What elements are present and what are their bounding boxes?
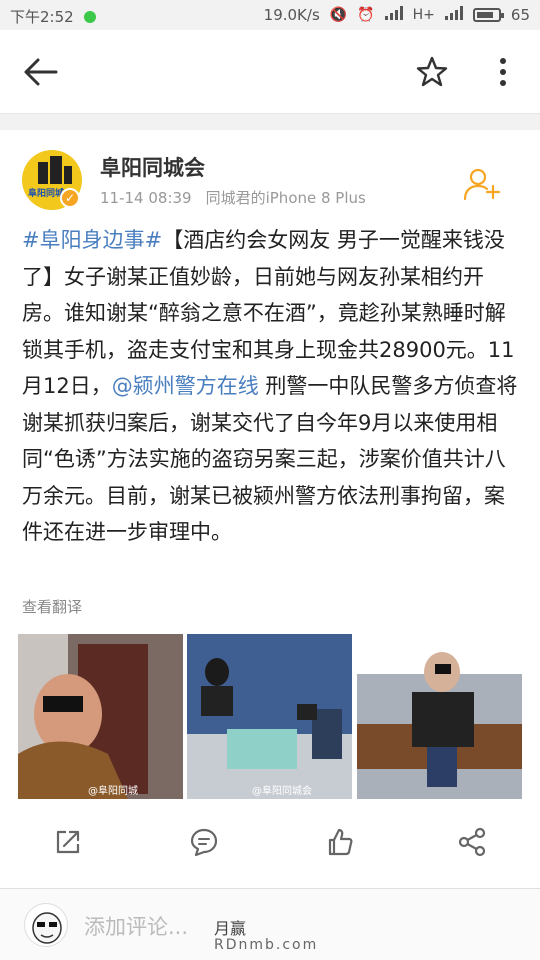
- watermark-bottom: RDnmb.com: [214, 937, 319, 953]
- like-icon[interactable]: [324, 826, 356, 858]
- comment-icon[interactable]: [188, 826, 220, 858]
- my-avatar[interactable]: [24, 903, 68, 947]
- photo-watermark-1: @阜阳同城: [88, 784, 138, 797]
- signal-icon-2: [444, 6, 463, 24]
- post-text-2: 刑警一中队民警多方侦查将谢某抓获归案后，谢某交代了自今年9月以来使用相同“色诱”…: [22, 374, 518, 544]
- battery-level: 65: [510, 6, 530, 24]
- post-meta: 11-14 08:39 同城君的iPhone 8 Plus: [100, 187, 366, 208]
- post-photo-3[interactable]: [357, 634, 522, 799]
- comment-bar: 添加评论... 月赢 RDnmb.com: [0, 888, 540, 960]
- post-source: 同城君的iPhone 8 Plus: [205, 189, 366, 207]
- more-vertical-icon[interactable]: [486, 52, 520, 92]
- photo-watermark-2: @阜阳同城会: [252, 784, 312, 797]
- star-icon[interactable]: [412, 52, 452, 92]
- battery-icon: [472, 8, 504, 22]
- status-app-dot-icon: [83, 10, 96, 23]
- back-arrow-icon[interactable]: [22, 54, 62, 90]
- status-time: 下午2:52: [10, 8, 74, 26]
- author-name[interactable]: 阜阳同城会: [100, 152, 205, 182]
- share-icon[interactable]: [456, 826, 488, 858]
- status-network-speed: 19.0K/s: [263, 6, 320, 24]
- post-time: 11-14 08:39: [100, 189, 192, 207]
- post-hashtag[interactable]: #阜阳身边事#: [22, 228, 162, 252]
- alarm-icon: ⏰: [357, 7, 375, 23]
- post-mention[interactable]: @颍州警方在线: [112, 374, 259, 398]
- signal-icon: [384, 6, 403, 24]
- status-left: 下午2:52: [10, 6, 96, 27]
- post-card: 阜阳同城 ✓ 阜阳同城会 11-14 08:39 同城君的iPhone 8 Plu…: [0, 130, 540, 890]
- top-app-bar: [0, 30, 540, 114]
- verified-badge-icon: ✓: [60, 188, 80, 208]
- repost-icon[interactable]: [52, 826, 84, 858]
- post-body: #阜阳身边事#【酒店约会女网友 男子一觉醒来钱没了】女子谢某正值妙龄，日前她与网…: [22, 222, 522, 551]
- mute-icon: 🔇: [329, 7, 348, 23]
- post-photo-1[interactable]: @阜阳同城: [18, 634, 183, 799]
- watermark-top: 月赢: [214, 919, 247, 938]
- post-photo-2[interactable]: @阜阳同城会: [187, 634, 352, 799]
- post-actions: [0, 818, 540, 888]
- post-text-1: 【酒店约会女网友 男子一觉醒来钱没了】女子谢某正值妙龄，日前她与网友孙某相约开房…: [22, 228, 515, 398]
- add-user-icon[interactable]: [462, 166, 502, 202]
- comment-input[interactable]: 添加评论...: [84, 911, 188, 941]
- status-bar: 下午2:52 19.0K/s 🔇 ⏰ H+ 65: [0, 0, 540, 30]
- avatar-text: 阜阳同城: [28, 189, 65, 199]
- network-type: H+: [412, 7, 435, 23]
- translate-link[interactable]: 查看翻译: [22, 596, 82, 617]
- status-right: 19.0K/s 🔇 ⏰ H+ 65: [264, 6, 530, 24]
